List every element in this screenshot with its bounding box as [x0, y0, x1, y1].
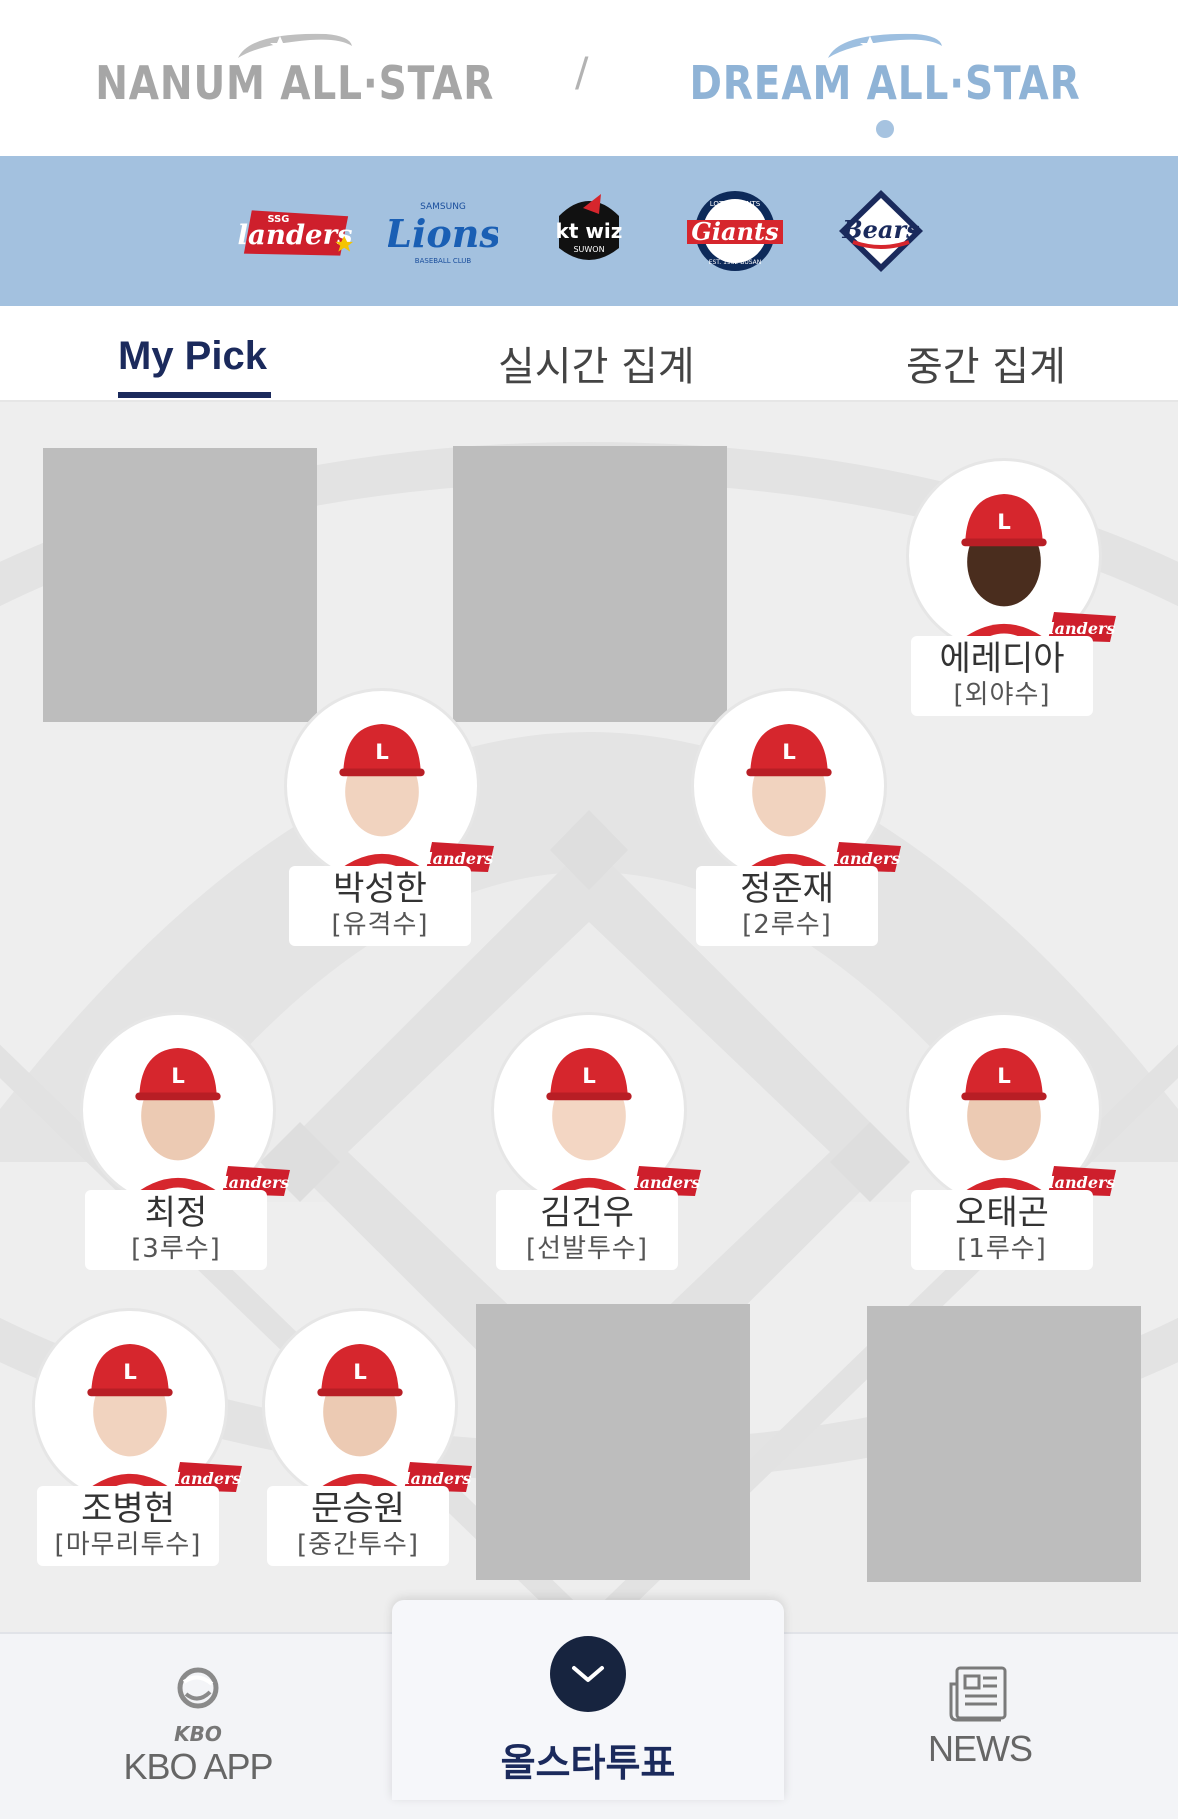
- player-name: 에레디아: [939, 639, 1065, 679]
- nav-vote-label: 올스타투표: [500, 1741, 676, 1785]
- player-position: [중간투수]: [297, 1530, 419, 1560]
- player-card[interactable]: L landers 김건우 [선발투수]: [491, 1012, 701, 1272]
- player-name: 박성한: [333, 869, 427, 909]
- landers-logo-icon: landers SSG: [238, 210, 354, 256]
- active-tab-underline: [118, 392, 271, 398]
- bears-logo-icon: Bears: [839, 190, 923, 272]
- svg-text:landers: landers: [238, 219, 353, 251]
- player-name: 오태곤: [955, 1193, 1049, 1233]
- player-name: 문승원: [311, 1489, 405, 1529]
- svg-text:L: L: [353, 1360, 367, 1385]
- team-ktwiz[interactable]: kt wiz SUWON: [530, 183, 648, 279]
- svg-text:SUWON: SUWON: [573, 245, 604, 254]
- player-position: [2루수]: [742, 910, 832, 940]
- player-name: 조병현: [81, 1489, 175, 1529]
- svg-text:SSG: SSG: [268, 214, 290, 225]
- tab-interim-tally[interactable]: 중간 집계: [906, 334, 1066, 392]
- player-position: [유격수]: [331, 910, 429, 940]
- kbo-logo-icon: [177, 1667, 219, 1709]
- player-namecard: 김건우 [선발투수]: [496, 1190, 678, 1270]
- svg-text:L: L: [997, 1064, 1011, 1089]
- player-card[interactable]: L landers 조병현 [마무리투수]: [32, 1308, 242, 1568]
- svg-text:EST. 1982 BUSAN: EST. 1982 BUSAN: [709, 259, 762, 266]
- empty-pick-slot[interactable]: [476, 1304, 750, 1580]
- chevron-down-icon: [572, 1666, 604, 1682]
- svg-text:Bears: Bears: [841, 215, 920, 244]
- nav-news[interactable]: NEWS: [920, 1664, 1040, 1770]
- dream-title: DREAM ALL·STAR: [689, 56, 1081, 110]
- header: NANUM ALL·STAR / DREAM ALL·STAR: [0, 0, 1178, 155]
- team-bears[interactable]: Bears: [822, 183, 940, 279]
- player-card[interactable]: L landers 박성한 [유격수]: [284, 688, 494, 948]
- svg-text:L: L: [782, 740, 796, 765]
- player-name: 정준재: [740, 869, 834, 909]
- tab-my-pick[interactable]: My Pick: [118, 334, 267, 379]
- team-giants[interactable]: LOTTE GIANTS Giants EST. 1982 BUSAN: [676, 183, 794, 279]
- nav-kbo-app[interactable]: KBO KBO APP: [118, 1664, 278, 1788]
- kbo-logo-text: KBO: [174, 1722, 222, 1746]
- player-namecard: 에레디아 [외야수]: [911, 636, 1093, 716]
- player-position: [외야수]: [953, 680, 1051, 710]
- player-namecard: 오태곤 [1루수]: [911, 1190, 1093, 1270]
- nanum-title: NANUM ALL·STAR: [95, 56, 495, 110]
- team-lions[interactable]: SAMSUNG Lions BASEBALL CLUB: [384, 183, 502, 279]
- player-position: [3루수]: [131, 1234, 221, 1264]
- empty-pick-slot[interactable]: [453, 446, 727, 722]
- newspaper-icon: [949, 1666, 1007, 1722]
- player-card[interactable]: L landers 오태곤 [1루수]: [906, 1012, 1116, 1272]
- player-name: 김건우: [540, 1193, 634, 1233]
- player-card[interactable]: L landers 문승원 [중간투수]: [262, 1308, 472, 1568]
- selected-indicator: [876, 120, 894, 138]
- nanum-allstar-logo[interactable]: NANUM ALL·STAR: [96, 28, 494, 148]
- svg-text:L: L: [582, 1064, 596, 1089]
- player-namecard: 최정 [3루수]: [85, 1190, 267, 1270]
- player-namecard: 조병현 [마무리투수]: [37, 1486, 219, 1566]
- svg-text:L: L: [997, 510, 1011, 535]
- player-card[interactable]: L landers 최정 [3루수]: [80, 1012, 290, 1272]
- dream-allstar-logo[interactable]: DREAM ALL·STAR: [689, 28, 1080, 148]
- giants-logo-icon: LOTTE GIANTS Giants EST. 1982 BUSAN: [687, 191, 783, 271]
- player-namecard: 박성한 [유격수]: [289, 866, 471, 946]
- svg-text:BASEBALL CLUB: BASEBALL CLUB: [415, 257, 472, 265]
- team-landers[interactable]: landers SSG: [238, 183, 356, 279]
- nav-kbo-app-label: KBO APP: [123, 1746, 273, 1787]
- svg-text:Lions: Lions: [388, 211, 498, 256]
- ktwiz-logo-icon: kt wiz SUWON: [556, 194, 623, 260]
- empty-pick-slot[interactable]: [43, 448, 317, 722]
- svg-text:Giants: Giants: [691, 217, 779, 246]
- svg-text:L: L: [123, 1360, 137, 1385]
- player-card[interactable]: L landers 에레디아 [외야수]: [906, 458, 1116, 718]
- nav-news-label: NEWS: [928, 1728, 1033, 1769]
- player-name: 최정: [144, 1193, 208, 1233]
- svg-text:LOTTE GIANTS: LOTTE GIANTS: [710, 200, 761, 208]
- team-logo-bar: landers SSG SAMSUNG Lions BASEBALL CLUB …: [0, 156, 1178, 306]
- svg-text:L: L: [375, 740, 389, 765]
- player-namecard: 문승원 [중간투수]: [267, 1486, 449, 1566]
- empty-pick-slot[interactable]: [867, 1306, 1141, 1582]
- field-lineup: L landers 에레디아 [외야수] L landers 박성한 [유격수]…: [0, 402, 1178, 1632]
- player-position: [1루수]: [957, 1234, 1047, 1264]
- nav-allstar-vote[interactable]: 올스타투표: [392, 1600, 784, 1800]
- player-namecard: 정준재 [2루수]: [696, 866, 878, 946]
- chevron-down-button[interactable]: [550, 1636, 626, 1712]
- player-card[interactable]: L landers 정준재 [2루수]: [691, 688, 901, 948]
- lions-logo-icon: SAMSUNG Lions BASEBALL CLUB: [388, 202, 498, 265]
- player-position: [선발투수]: [526, 1234, 648, 1264]
- svg-text:L: L: [171, 1064, 185, 1089]
- tab-bar: My Pick 실시간 집계 중간 집계: [0, 306, 1178, 402]
- separator: /: [575, 50, 589, 96]
- svg-text:kt wiz: kt wiz: [556, 219, 623, 243]
- player-position: [마무리투수]: [54, 1530, 202, 1560]
- tab-realtime-tally[interactable]: 실시간 집계: [498, 334, 695, 392]
